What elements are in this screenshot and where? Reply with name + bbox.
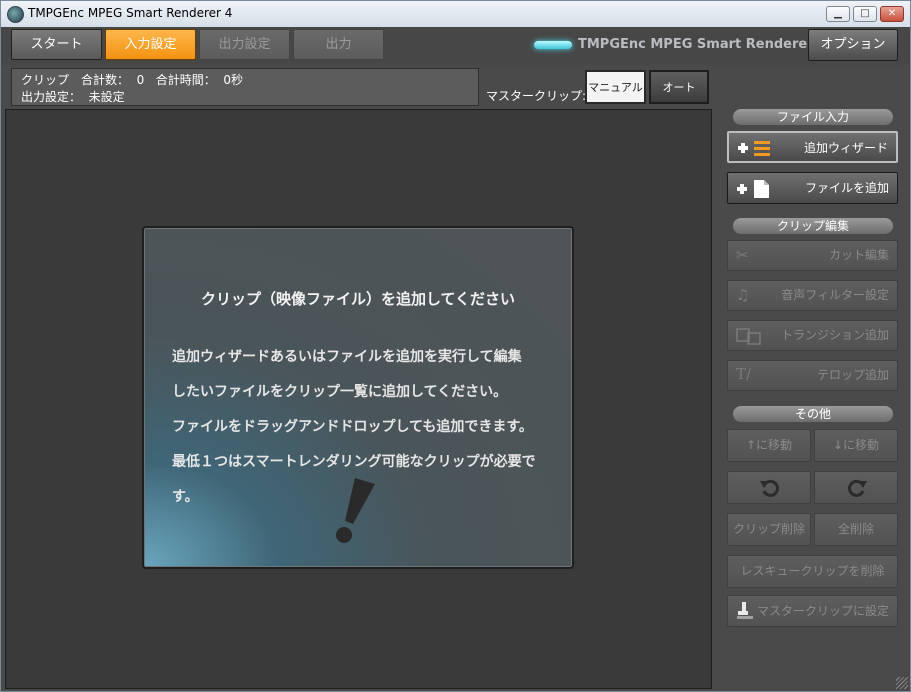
exclamation-icon xyxy=(336,478,375,543)
manual-mode-button[interactable]: マニュアル xyxy=(585,70,646,104)
tab-output[interactable]: 出力 xyxy=(293,29,384,60)
text-icon: T/ xyxy=(736,365,752,383)
options-button[interactable]: オプション xyxy=(808,29,898,61)
audio-filter-button[interactable]: ♫ 音声フィルター設定 xyxy=(727,280,898,311)
message-line: ファイルをドラッグアンドドロップしても追加できます。 xyxy=(172,419,533,435)
add-file-button[interactable]: ファイルを追加 xyxy=(727,172,898,204)
transition-button[interactable]: トランジション追加 xyxy=(727,320,898,351)
output-setting-status: 出力設定： 未設定 xyxy=(21,90,125,104)
undo-icon xyxy=(760,479,779,497)
brand-indicator-icon xyxy=(534,41,572,49)
app-window: TMPGEnc MPEG Smart Renderer 4 ▁ □ ✕ スタート… xyxy=(0,0,911,692)
add-file-label: ファイルを追加 xyxy=(804,181,889,195)
message-line: したいファイルをクリップ一覧に追加してください。 xyxy=(172,384,508,400)
cut-edit-button[interactable]: ✂ カット編集 xyxy=(727,240,898,271)
audio-filter-label: 音声フィルター設定 xyxy=(781,288,889,302)
message-line: 追加ウィザードあるいはファイルを追加を実行して編集 xyxy=(172,349,522,365)
add-list-icon xyxy=(738,141,770,156)
music-note-icon: ♫ xyxy=(736,286,750,304)
add-wizard-label: 追加ウィザード xyxy=(803,141,888,155)
file-input-heading: ファイル入力 xyxy=(733,109,893,125)
move-up-button[interactable]: ↑に移動 xyxy=(727,429,811,462)
delete-rescue-clip-button[interactable]: レスキュークリップを削除 xyxy=(727,555,898,588)
master-clip-label: マスタークリップ: xyxy=(486,89,587,103)
undo-button[interactable] xyxy=(727,471,811,504)
window-title: TMPGEnc MPEG Smart Renderer 4 xyxy=(28,6,233,20)
delete-all-button[interactable]: 全削除 xyxy=(814,513,898,546)
message-line: 最低１つはスマートレンダリング可能なクリップが必要で xyxy=(172,454,536,470)
transition-icon xyxy=(736,328,761,345)
message-title: クリップ（映像ファイル）を追加してください xyxy=(200,290,516,308)
scissors-icon: ✂ xyxy=(736,246,749,264)
tab-start[interactable]: スタート xyxy=(11,29,102,60)
resize-grip-icon[interactable] xyxy=(896,677,908,689)
transition-label: トランジション追加 xyxy=(780,328,889,342)
auto-mode-button[interactable]: オート xyxy=(649,70,709,104)
telop-label: テロップ追加 xyxy=(816,368,889,382)
delete-clip-button[interactable]: クリップ削除 xyxy=(727,513,811,546)
telop-button[interactable]: T/ テロップ追加 xyxy=(727,360,898,391)
add-wizard-button[interactable]: 追加ウィザード xyxy=(727,131,898,163)
tab-output-settings[interactable]: 出力設定 xyxy=(199,29,290,60)
other-heading: その他 xyxy=(733,406,893,422)
master-clip-icon xyxy=(737,602,753,619)
add-file-icon xyxy=(737,180,769,198)
redo-button[interactable] xyxy=(814,471,898,504)
maximize-button[interactable]: □ xyxy=(853,6,877,22)
clip-summary: クリップ 合計数： 0 合計時間： 0秒 xyxy=(21,73,243,87)
tab-input-settings[interactable]: 入力設定 xyxy=(105,29,196,60)
minimize-button[interactable]: ▁ xyxy=(826,6,850,22)
move-down-button[interactable]: ↓に移動 xyxy=(814,429,898,462)
brand-name: TMPGEnc MPEG Smart Renderer 4 xyxy=(578,37,828,52)
clip-info-bar: クリップ 合計数： 0 合計時間： 0秒 出力設定： 未設定 xyxy=(11,68,479,106)
cut-edit-label: カット編集 xyxy=(828,248,889,262)
title-bar: TMPGEnc MPEG Smart Renderer 4 ▁ □ ✕ xyxy=(1,1,910,28)
top-navigation: スタート 入力設定 出力設定 出力 TMPGEnc MPEG Smart Ren… xyxy=(1,27,910,65)
set-master-clip-label: マスタークリップに設定 xyxy=(756,604,889,618)
clip-edit-heading: クリップ編集 xyxy=(733,218,893,234)
close-button[interactable]: ✕ xyxy=(880,6,904,22)
app-logo-icon xyxy=(7,6,24,23)
redo-icon xyxy=(848,479,867,497)
set-master-clip-button[interactable]: マスタークリップに設定 xyxy=(727,595,898,627)
message-line: す。 xyxy=(172,489,199,505)
add-clip-message-box: クリップ（映像ファイル）を追加してください 追加ウィザードあるいはファイルを追加… xyxy=(142,226,574,569)
